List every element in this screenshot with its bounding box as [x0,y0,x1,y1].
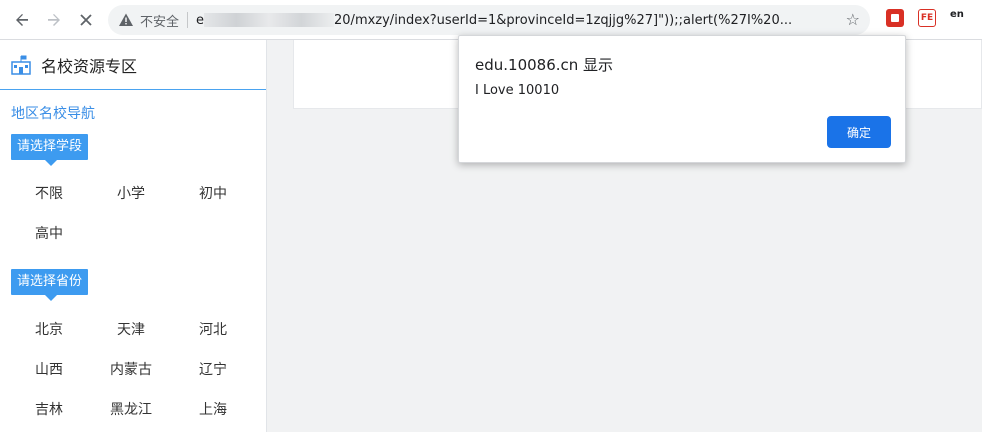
url-text[interactable]: e 20/mxzy/index?userId=1&provinceId=1zqjj… [196,13,836,28]
extension-translate-icon[interactable]: en [950,9,968,27]
stage-option[interactable]: 小学 [101,183,161,203]
stage-section-tag: 请选择学段 [11,134,89,166]
province-option[interactable]: 山西 [19,359,79,379]
dialog-title: edu.10086.cn 显示 [475,56,614,74]
back-arrow-icon[interactable] [8,6,36,34]
url-redacted-region [204,13,335,27]
bookmark-star-icon[interactable]: ☆ [846,10,860,29]
province-option[interactable]: 河北 [183,319,243,339]
extension-icon-1[interactable] [886,9,904,27]
province-option[interactable]: 上海 [183,399,243,419]
province-option[interactable]: 吉林 [19,399,79,419]
school-icon [11,55,31,75]
alert-dialog: edu.10086.cn 显示 I Love 10010 确定 [458,35,906,163]
forward-arrow-icon[interactable] [40,6,68,34]
province-option[interactable]: 黑龙江 [101,399,161,419]
omnibox-separator [187,12,189,28]
province-section-tag: 请选择省份 [11,269,89,301]
warning-icon[interactable] [118,12,134,28]
browser-toolbar: 不安全 e 20/mxzy/index?userId=1&provinceId=1… [0,0,982,40]
sidebar-title: 名校资源专区 [41,56,138,76]
sidebar: 名校资源专区 地区名校导航 请选择学段 不限 小学 初中 高中 请选择省份 北京… [0,40,267,432]
sidebar-header: 名校资源专区 [0,40,266,90]
url-prefix: e [196,12,205,28]
url-suffix: 20/mxzy/index?userId=1&provinceId=1zqjjg… [334,12,793,28]
province-option[interactable]: 北京 [19,319,79,339]
security-label[interactable]: 不安全 [140,11,179,30]
province-option[interactable]: 辽宁 [183,359,243,379]
province-option[interactable]: 天津 [101,319,161,339]
address-bar[interactable]: 不安全 e 20/mxzy/index?userId=1&provinceId=1… [108,5,870,35]
stage-option[interactable]: 初中 [183,183,243,203]
dialog-message: I Love 10010 [475,83,560,98]
stop-loading-icon[interactable] [72,6,100,34]
ok-button[interactable]: 确定 [827,116,891,148]
province-option[interactable]: 内蒙古 [101,359,161,379]
stage-option[interactable]: 高中 [19,223,79,243]
stage-option[interactable]: 不限 [19,183,79,203]
region-school-nav-link[interactable]: 地区名校导航 [11,103,95,123]
extension-fe-icon[interactable]: FE [918,9,936,27]
